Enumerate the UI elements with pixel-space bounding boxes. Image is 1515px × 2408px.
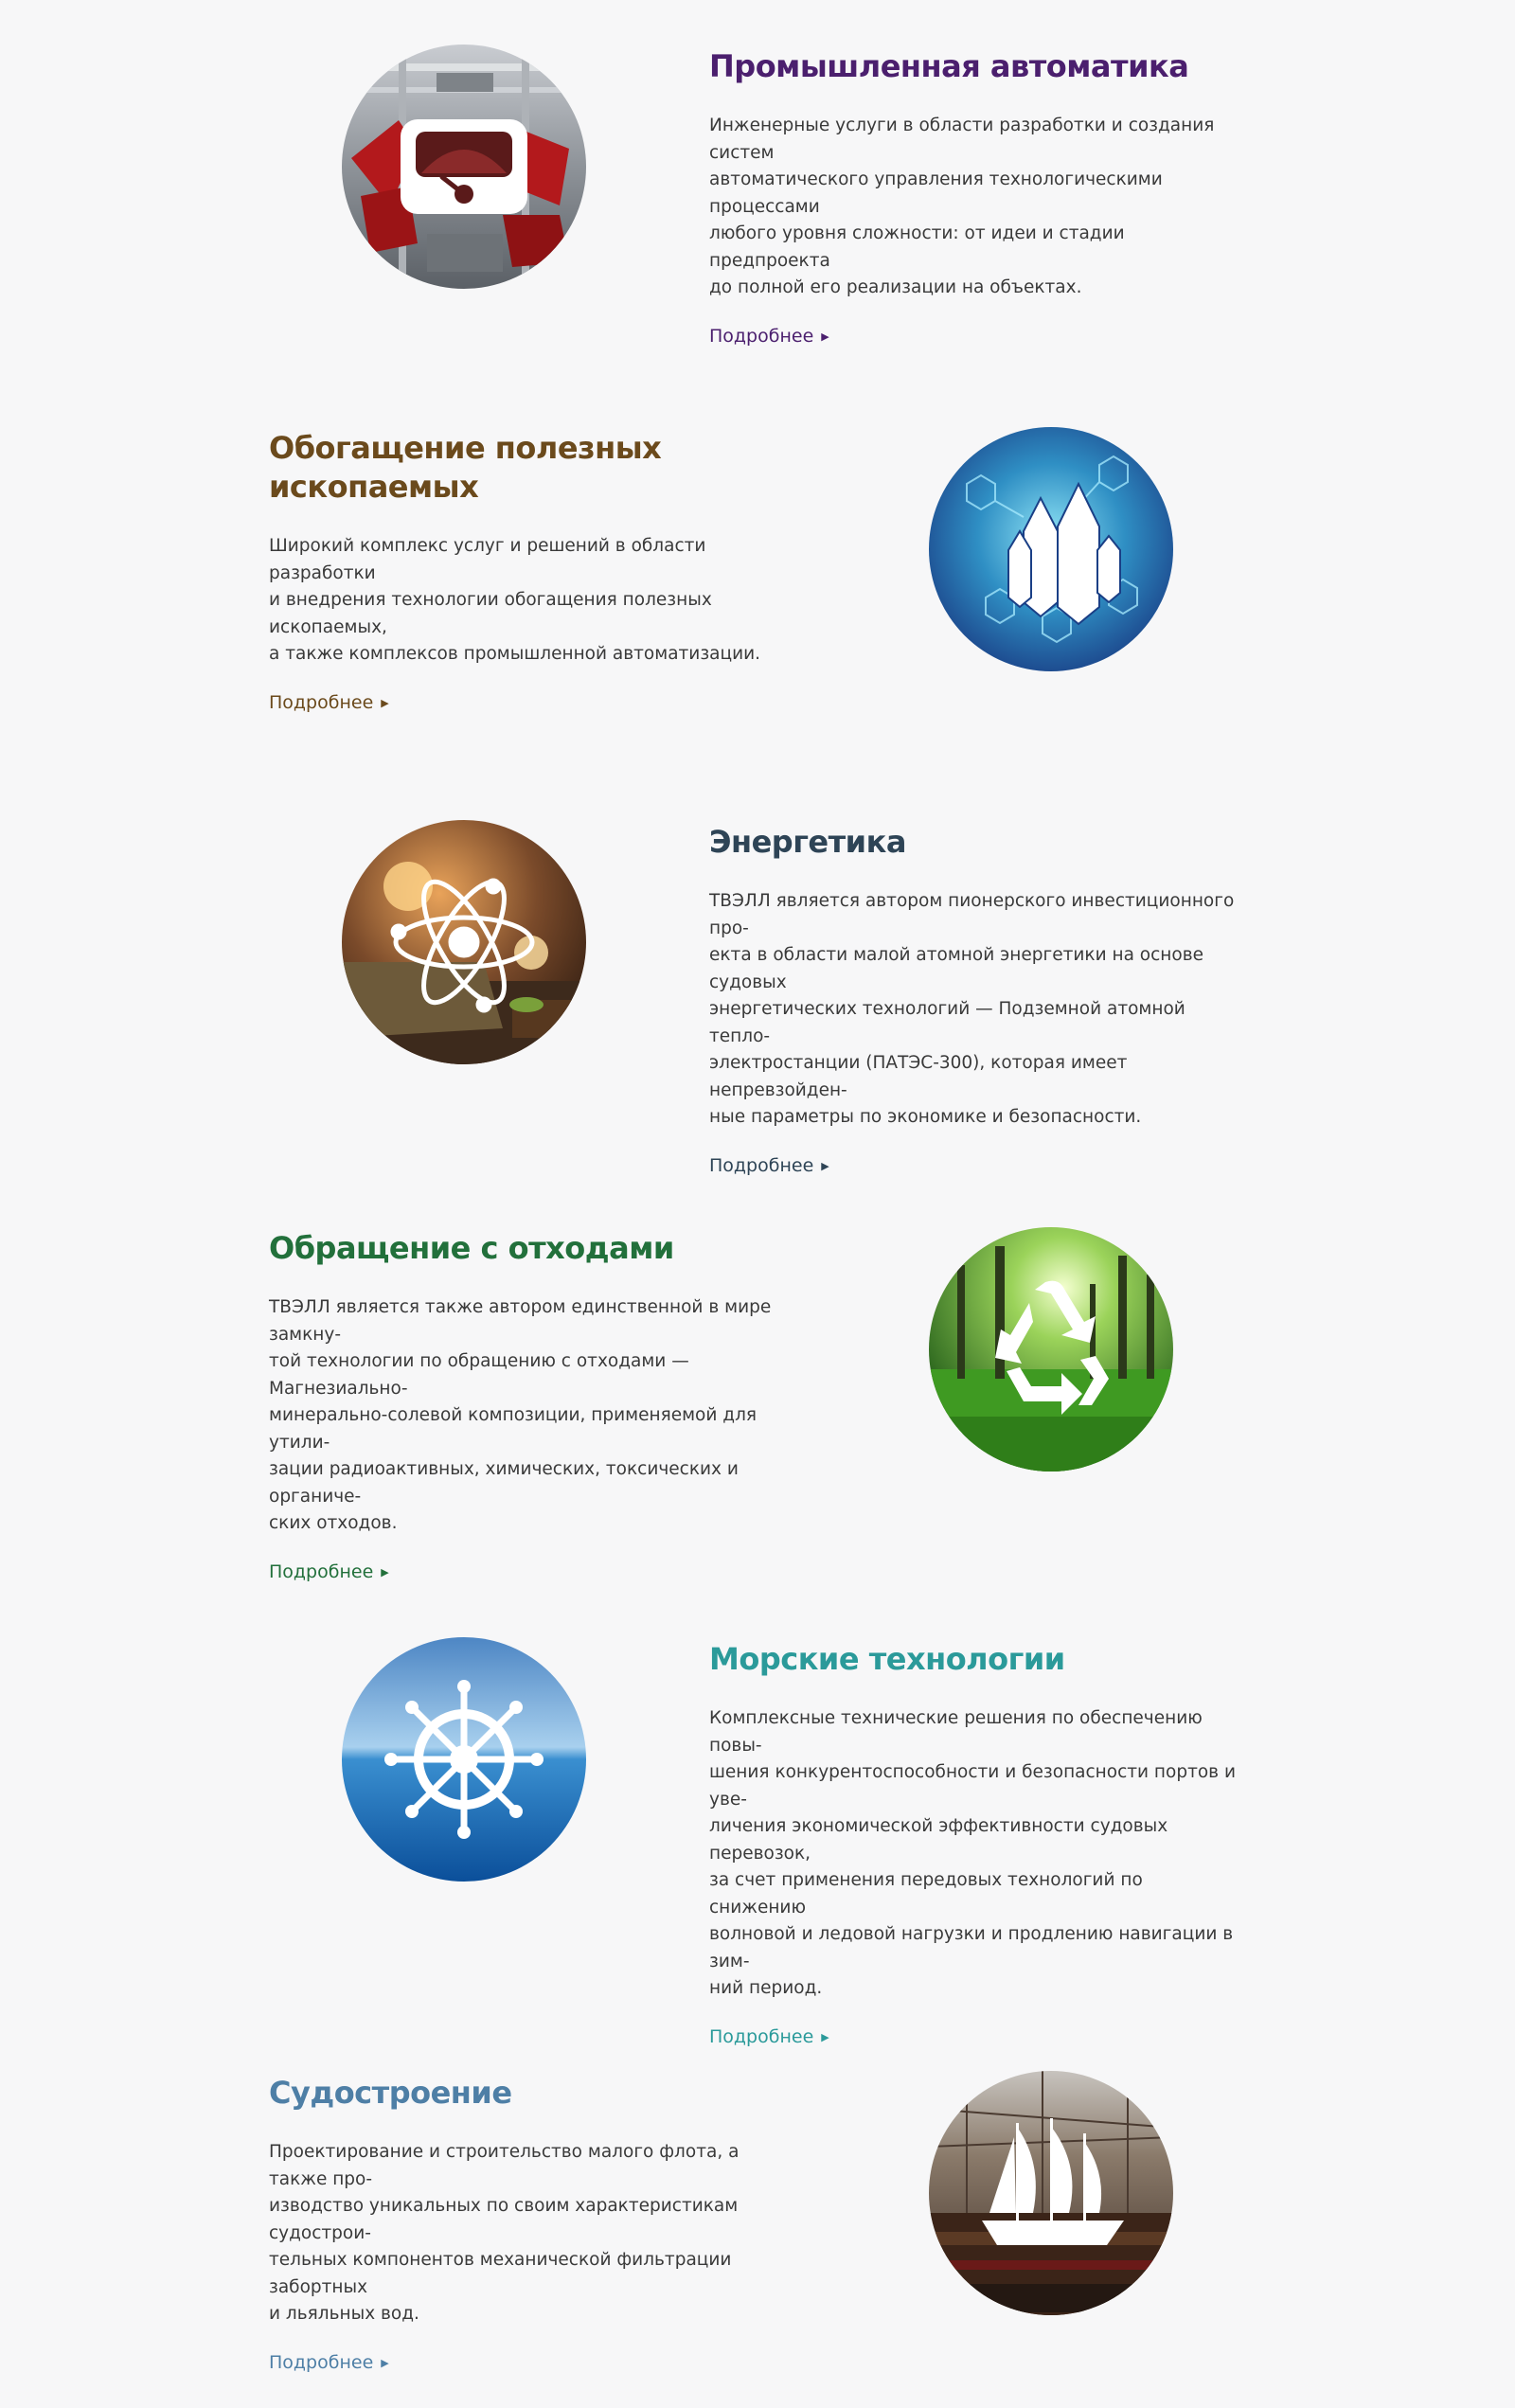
living-room-photo (342, 820, 586, 1064)
forest-photo (929, 1227, 1173, 1472)
section-title: Энергетика (709, 824, 906, 860)
molecule-background (929, 427, 1173, 671)
more-link-energy[interactable]: Подробнее ▶ (709, 1154, 829, 1178)
robotics-factory-photo (342, 45, 586, 289)
caret-right-icon: ▶ (381, 1565, 389, 1579)
sea-photo (342, 1637, 586, 1882)
section-description: Проектирование и строительство малого фл… (269, 2142, 740, 2324)
marine-image[interactable] (342, 1637, 586, 1882)
section-title: Обращение с отходами (269, 1230, 674, 1266)
minerals-image[interactable] (929, 427, 1173, 671)
section-description: Широкий комплекс услуг и решений в облас… (269, 536, 761, 664)
more-link-automation[interactable]: Подробнее ▶ (709, 325, 829, 348)
section-description: Инженерные услуги в области разработки и… (709, 116, 1215, 297)
more-link-waste[interactable]: Подробнее ▶ (269, 1561, 389, 1584)
section-description: Комплексные технические решения по обесп… (709, 1708, 1236, 1998)
automation-image[interactable] (342, 45, 586, 289)
section-title: Промышленная автоматика (709, 48, 1189, 84)
more-link-minerals[interactable]: Подробнее ▶ (269, 691, 389, 715)
waste-image[interactable] (929, 1227, 1173, 1472)
caret-right-icon: ▶ (821, 1159, 829, 1172)
old-ship-photo (929, 2071, 1173, 2315)
caret-right-icon: ▶ (821, 330, 829, 343)
caret-right-icon: ▶ (381, 696, 389, 709)
caret-right-icon: ▶ (821, 2030, 829, 2043)
section-title: Обогащение полезных ископаемых (269, 430, 662, 505)
section-title: Судостроение (269, 2075, 512, 2111)
more-link-shipbuilding[interactable]: Подробнее ▶ (269, 2351, 389, 2375)
section-description: ТВЭЛЛ является автором пионерского инвес… (709, 891, 1235, 1127)
caret-right-icon: ▶ (381, 2356, 389, 2369)
gauge-icon (401, 119, 527, 214)
energy-image[interactable] (342, 820, 586, 1064)
section-description: ТВЭЛЛ является также автором единственно… (269, 1297, 772, 1533)
section-title: Морские технологии (709, 1641, 1065, 1677)
shipbuilding-image[interactable] (929, 2071, 1173, 2315)
more-link-marine[interactable]: Подробнее ▶ (709, 2025, 829, 2049)
ship-wheel-icon (384, 1680, 544, 1839)
